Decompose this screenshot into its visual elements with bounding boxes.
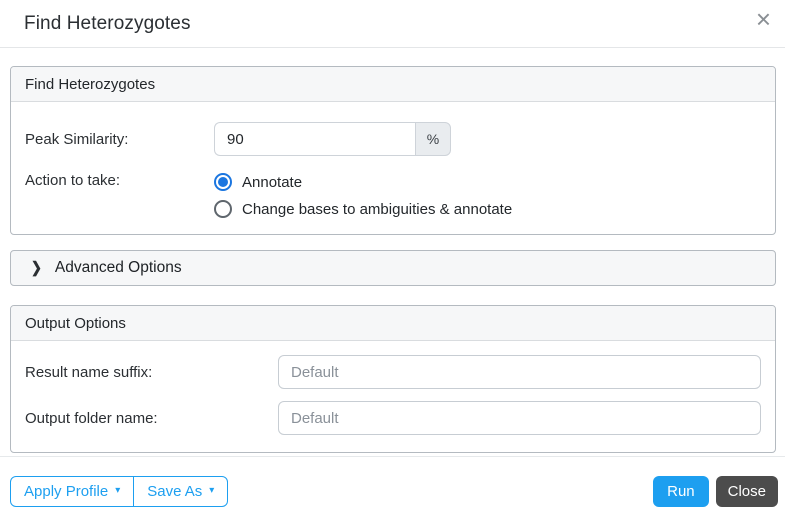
dialog-footer: Apply Profile ▾ Save As ▾ Run Close — [0, 456, 785, 520]
parameters-panel: Find Heterozygotes Peak Similarity: % Ac… — [10, 66, 776, 235]
output-folder-name-row: Output folder name: — [25, 401, 761, 435]
page-title: Find Heterozygotes — [24, 12, 191, 34]
parameters-panel-body: Peak Similarity: % Action to take: Annot… — [11, 102, 775, 234]
save-as-label: Save As — [147, 483, 203, 500]
advanced-options-toggle[interactable]: ❯ Advanced Options — [10, 250, 776, 286]
dialog-body: Find Heterozygotes Peak Similarity: % Ac… — [0, 48, 785, 456]
advanced-options-label: Advanced Options — [54, 259, 182, 276]
output-options-panel-header: Output Options — [11, 306, 775, 341]
apply-profile-button[interactable]: Apply Profile ▾ — [10, 476, 135, 507]
footer-action-buttons: Run Close — [653, 476, 778, 507]
action-to-take-row: Action to take: Annotate Change bases to… — [25, 172, 761, 218]
close-button[interactable]: Close — [715, 476, 778, 507]
radio-unselected-icon — [214, 200, 232, 218]
find-heterozygotes-dialog: Find Heterozygotes × Find Heterozygotes … — [0, 0, 785, 520]
radio-option-label: Annotate — [242, 173, 303, 191]
caret-down-icon: ▾ — [209, 485, 215, 496]
parameters-panel-header: Find Heterozygotes — [11, 67, 775, 102]
profile-button-group: Apply Profile ▾ Save As ▾ — [10, 476, 229, 507]
chevron-right-icon: ❯ — [31, 258, 42, 277]
peak-similarity-input-group: % — [214, 122, 451, 156]
save-as-button[interactable]: Save As ▾ — [133, 476, 229, 507]
output-options-panel: Output Options Result name suffix: Outpu… — [10, 305, 776, 453]
output-folder-name-label: Output folder name: — [25, 409, 158, 427]
caret-down-icon: ▾ — [115, 485, 121, 496]
apply-profile-label: Apply Profile — [24, 483, 109, 500]
peak-similarity-input[interactable] — [214, 122, 415, 156]
result-name-suffix-input[interactable] — [278, 355, 761, 389]
action-radio-group: Annotate Change bases to ambiguities & a… — [214, 172, 512, 218]
result-name-suffix-row: Result name suffix: — [25, 355, 761, 389]
run-button[interactable]: Run — [653, 476, 709, 507]
dialog-header: Find Heterozygotes × — [0, 0, 785, 48]
output-folder-name-input[interactable] — [278, 401, 761, 435]
result-name-suffix-label: Result name suffix: — [25, 363, 153, 381]
radio-selected-icon — [214, 173, 232, 191]
peak-similarity-row: Peak Similarity: % — [25, 122, 761, 156]
close-icon[interactable]: × — [756, 6, 771, 32]
output-options-panel-body: Result name suffix: Output folder name: — [11, 341, 775, 452]
radio-option-change-bases[interactable]: Change bases to ambiguities & annotate — [214, 200, 512, 218]
radio-option-label: Change bases to ambiguities & annotate — [242, 200, 513, 218]
peak-similarity-label: Peak Similarity: — [25, 130, 129, 148]
radio-option-annotate[interactable]: Annotate — [214, 173, 512, 191]
percent-addon: % — [415, 122, 451, 156]
action-to-take-label: Action to take: — [25, 172, 121, 189]
